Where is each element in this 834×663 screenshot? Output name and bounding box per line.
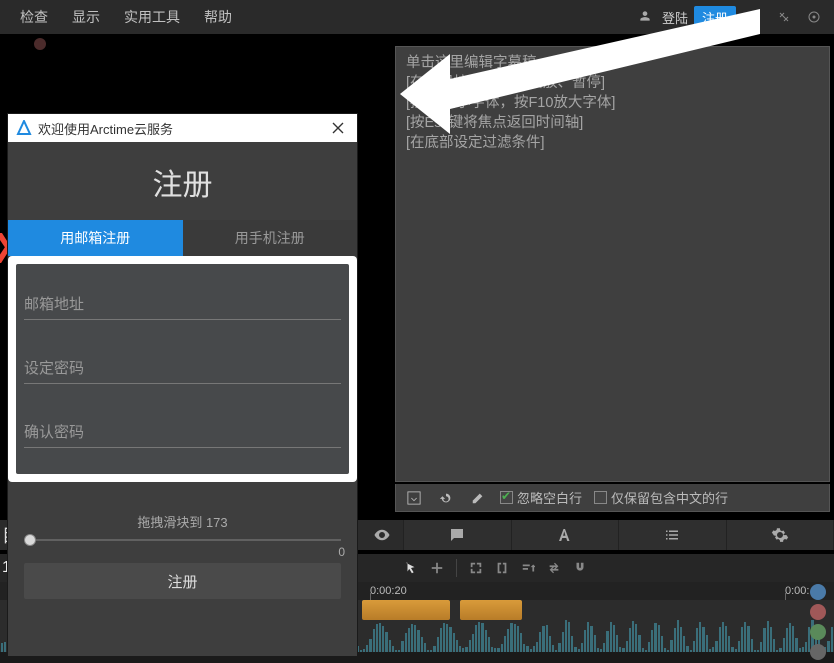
- window-minimize-icon[interactable]: [742, 5, 766, 29]
- subtitle-hint-lines: 单击这里编辑字幕稿 [在这里按F1键控制播放、暂停] [按F9缩小字体，按F10…: [396, 47, 829, 159]
- slider-end-value: 0: [338, 545, 345, 559]
- register-submit-button[interactable]: 注册: [24, 563, 341, 599]
- tool-pointer-icon[interactable]: [400, 557, 422, 579]
- menu-tools[interactable]: 实用工具: [112, 7, 192, 27]
- app-logo-icon: [16, 120, 32, 136]
- checkbox-icon: [500, 491, 513, 504]
- hint-line: [按Esc键将焦点返回时间轴]: [406, 113, 819, 133]
- goto-line-icon[interactable]: [404, 488, 424, 508]
- timeline-clip[interactable]: [362, 600, 450, 620]
- tool-cursor-icon[interactable]: [491, 557, 513, 579]
- tab-settings[interactable]: [727, 520, 834, 550]
- timeline-layer-dots: [810, 582, 832, 660]
- video-marker: [34, 38, 46, 50]
- menubar: 检查 显示 实用工具 帮助 登陆 注册: [0, 0, 834, 34]
- user-icon: [638, 9, 656, 26]
- tool-add-icon[interactable]: [426, 557, 448, 579]
- dialog-close-button[interactable]: [327, 117, 349, 139]
- menu-display[interactable]: 显示: [60, 7, 112, 27]
- tab-eye[interactable]: [360, 520, 404, 550]
- timeline-clip[interactable]: [460, 600, 522, 620]
- layer-dot-icon[interactable]: [810, 644, 826, 660]
- password-field-wrap: [24, 340, 341, 384]
- checkbox-label: 忽略空白行: [517, 488, 582, 507]
- checkbox-label: 仅保留包含中文的行: [611, 488, 728, 507]
- menu-inspect[interactable]: 检查: [8, 7, 60, 27]
- password-field[interactable]: [24, 360, 341, 383]
- email-field-wrap: [24, 276, 341, 320]
- undo-icon[interactable]: [436, 488, 456, 508]
- dialog-heading: 注册: [8, 160, 357, 204]
- hint-line: 单击这里编辑字幕稿: [406, 53, 819, 73]
- layer-dot-icon[interactable]: [810, 624, 826, 640]
- captcha-slider-row: 拖拽滑块到 173 0: [8, 512, 357, 541]
- slider-track[interactable]: 0: [24, 539, 341, 541]
- tool-expand-icon[interactable]: [465, 557, 487, 579]
- window-close-icon[interactable]: [802, 5, 826, 29]
- hint-line: [在底部设定过滤条件]: [406, 133, 819, 153]
- slider-thumb[interactable]: [24, 534, 36, 546]
- panel-tabbar: [360, 520, 834, 550]
- subtitle-editor-panel[interactable]: 单击这里编辑字幕稿 [在这里按F1键控制播放、暂停] [按F9缩小字体，按F10…: [395, 46, 830, 482]
- hint-line: [在这里按F1键控制播放、暂停]: [406, 73, 819, 93]
- dialog-title: 欢迎使用Arctime云服务: [38, 119, 173, 138]
- layer-dot-icon[interactable]: [810, 604, 826, 620]
- confirm-field-wrap: [24, 404, 341, 448]
- tool-swap-icon[interactable]: [543, 557, 565, 579]
- layer-dot-icon[interactable]: [810, 584, 826, 600]
- register-tabs: 用邮箱注册 用手机注册: [8, 220, 357, 256]
- window-maximize-icon[interactable]: [772, 5, 796, 29]
- tab-phone-register[interactable]: 用手机注册: [183, 220, 358, 256]
- tab-email-register[interactable]: 用邮箱注册: [8, 220, 183, 256]
- ruler-tick: 0:00:: [785, 582, 809, 600]
- tab-chat[interactable]: [404, 520, 512, 550]
- register-top-button[interactable]: 注册: [694, 6, 736, 29]
- edit-icon[interactable]: [468, 488, 488, 508]
- tab-font[interactable]: [512, 520, 620, 550]
- checkbox-icon: [594, 491, 607, 504]
- subtitle-toolbar: 忽略空白行 仅保留包含中文的行: [395, 484, 830, 512]
- register-dialog: 欢迎使用Arctime云服务 注册 用邮箱注册 用手机注册 拖拽滑块到 173 …: [8, 114, 357, 656]
- dialog-titlebar: 欢迎使用Arctime云服务: [8, 114, 357, 142]
- keep-chinese-checkbox[interactable]: 仅保留包含中文的行: [594, 488, 728, 507]
- menu-help[interactable]: 帮助: [192, 7, 244, 27]
- ignore-blank-checkbox[interactable]: 忽略空白行: [500, 488, 582, 507]
- ruler-tick: 0:00:20: [370, 582, 407, 600]
- form-card: [8, 256, 357, 482]
- tool-sort-icon[interactable]: [517, 557, 539, 579]
- email-field[interactable]: [24, 296, 341, 319]
- timeline-tool-ribbon: [360, 554, 834, 582]
- confirm-password-field[interactable]: [24, 424, 341, 447]
- hint-line: [按F9缩小字体，按F10放大字体]: [406, 93, 819, 113]
- slider-label: 拖拽滑块到 173: [8, 512, 357, 531]
- login-link[interactable]: 登陆: [662, 8, 688, 27]
- tab-list[interactable]: [619, 520, 727, 550]
- tool-magnet-icon[interactable]: [569, 557, 591, 579]
